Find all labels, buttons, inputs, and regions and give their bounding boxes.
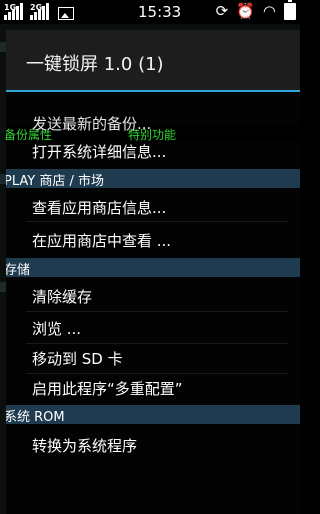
context-menu-dialog: 一键锁屏 1.0 (1) 备份属性 特别功能 发送最新的备份... 打开系统详细… bbox=[6, 30, 300, 514]
battery-icon bbox=[284, 0, 296, 20]
menu-item-view-store-info[interactable]: 查看应用商店信息... bbox=[32, 197, 166, 218]
menu-item-convert-system-app[interactable]: 转换为系统程序 bbox=[32, 435, 137, 456]
signal-icon: 2G bbox=[30, 3, 50, 20]
dialog-title: 一键锁屏 1.0 (1) bbox=[26, 54, 164, 75]
sim2-label: 2G bbox=[30, 3, 43, 12]
section-header-play-store: PLAY 商店 / 市场 bbox=[6, 169, 300, 189]
section-header-storage: 存储 bbox=[6, 258, 300, 278]
status-bar: 1G 2G 15:33 ⟳ ⏰ ◠ bbox=[0, 0, 300, 24]
menu-item-open-system-details[interactable]: 打开系统详细信息... bbox=[32, 141, 166, 162]
section-header-label: PLAY 商店 / 市场 bbox=[6, 174, 104, 189]
rotate-icon: ⟳ bbox=[215, 2, 229, 20]
dialog-title-bar: 一键锁屏 1.0 (1) bbox=[6, 30, 300, 92]
wifi-icon: ◠ bbox=[262, 2, 276, 20]
menu-item-send-backup[interactable]: 发送最新的备份... bbox=[32, 113, 151, 134]
menu-item-browse[interactable]: 浏览 ... bbox=[32, 318, 81, 339]
menu-item-clear-cache[interactable]: 清除缓存 bbox=[32, 286, 92, 307]
section-header-label: 存储 bbox=[6, 263, 31, 278]
menu-item-multi-config[interactable]: 启用此程序“多重配置” bbox=[32, 378, 183, 399]
status-time: 15:33 bbox=[138, 3, 182, 21]
section-header-label: 系统 ROM bbox=[6, 410, 65, 425]
signal-icon: 1G bbox=[4, 3, 24, 20]
alarm-icon: ⏰ bbox=[236, 2, 255, 20]
section-header-system-rom: 系统 ROM bbox=[6, 405, 300, 425]
image-icon bbox=[58, 7, 74, 20]
menu-item-view-in-store[interactable]: 在应用商店中查看 ... bbox=[32, 230, 171, 251]
sim1-label: 1G bbox=[4, 3, 17, 12]
menu-item-move-to-sd[interactable]: 移动到 SD 卡 bbox=[32, 348, 123, 369]
